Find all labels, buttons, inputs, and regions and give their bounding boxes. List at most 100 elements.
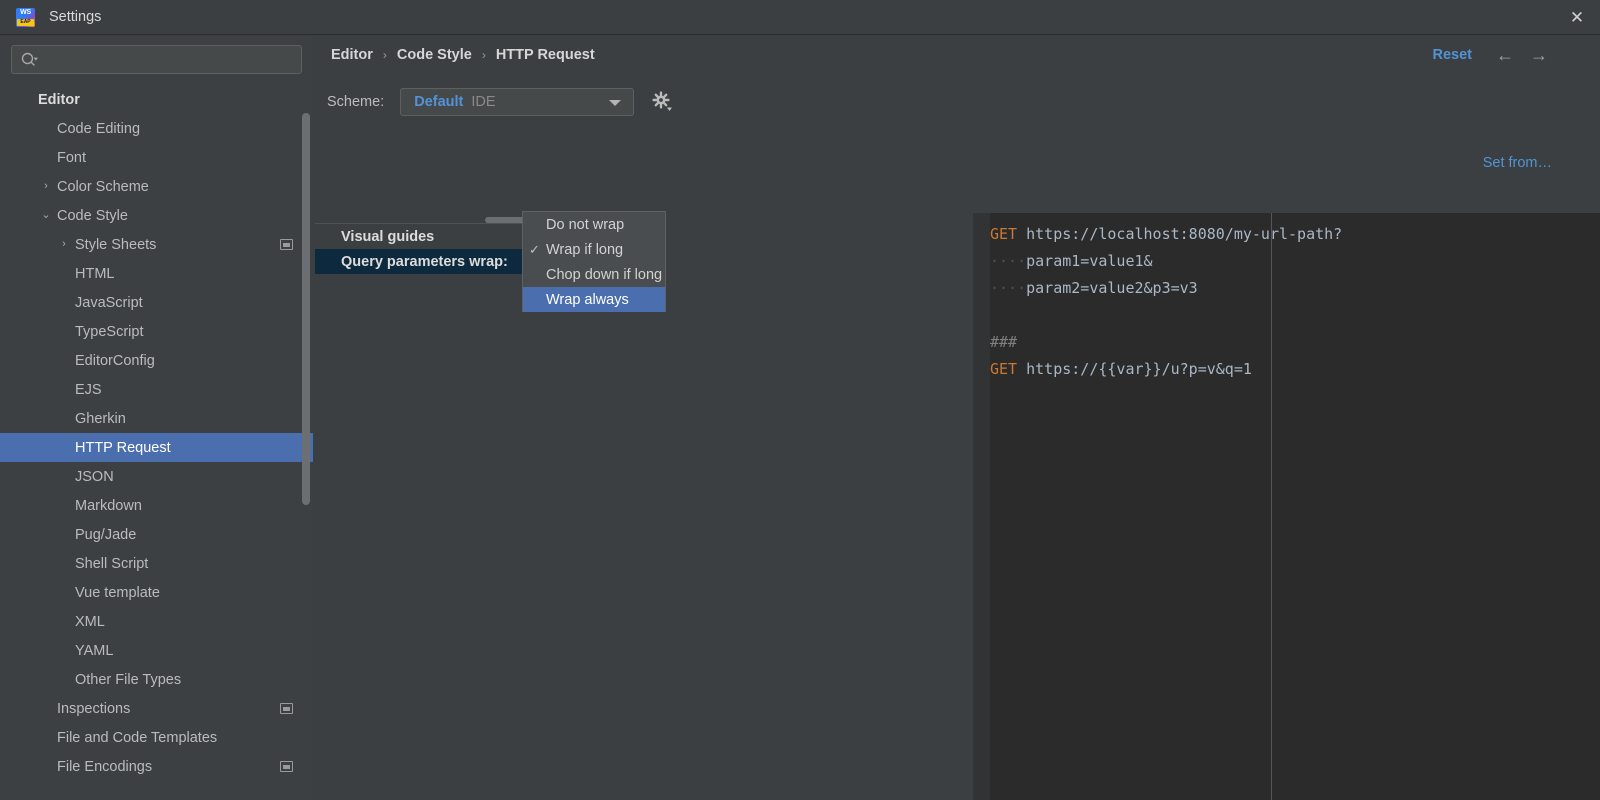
- sidebar-item-javascript[interactable]: JavaScript: [0, 288, 313, 317]
- sidebar-item-editor[interactable]: Editor: [0, 85, 313, 114]
- sidebar-item-vue-template[interactable]: Vue template: [0, 578, 313, 607]
- sidebar-item-label: JavaScript: [75, 294, 143, 311]
- sidebar-item-label: Code Editing: [57, 120, 141, 137]
- chevron-down-icon: [609, 100, 622, 106]
- sidebar-item-label: Inspections: [57, 700, 131, 717]
- forward-arrow-icon[interactable]: →: [1530, 46, 1548, 64]
- search-input[interactable]: [11, 45, 302, 74]
- menu-item-label: Wrap if long: [546, 241, 624, 258]
- menu-item-wrap-if-long[interactable]: ✓ Wrap if long: [523, 237, 665, 262]
- sidebar-item-markdown[interactable]: Markdown: [0, 491, 313, 520]
- code-token: https://localhost:8080/my-url-path?: [1017, 225, 1343, 243]
- breadcrumb-item-1[interactable]: Code Style: [397, 47, 472, 63]
- scheme-label: Scheme:: [327, 94, 385, 110]
- sidebar-item-html[interactable]: HTML: [0, 259, 313, 288]
- set-from-link[interactable]: Set from…: [1483, 155, 1552, 171]
- sidebar-item-label: XML: [75, 613, 105, 630]
- menu-item-chop-down-if-long[interactable]: Chop down if long: [523, 262, 665, 287]
- breadcrumb-item-0[interactable]: Editor: [331, 47, 373, 63]
- table-row-label: Visual guides: [341, 228, 435, 245]
- sidebar-item-font[interactable]: Font: [0, 143, 313, 172]
- code-line: ····param2=value2&p3=v3: [990, 275, 1600, 302]
- sidebar-item-ejs[interactable]: EJS: [0, 375, 313, 404]
- back-arrow-icon[interactable]: ←: [1496, 46, 1514, 64]
- sidebar-item-inspections[interactable]: Inspections: [0, 694, 313, 723]
- scheme-value: Default: [414, 94, 464, 110]
- sidebar-item-label: Code Style: [57, 207, 128, 224]
- reset-button[interactable]: Reset: [1433, 47, 1473, 63]
- sidebar-item-file-encodings[interactable]: File Encodings: [0, 752, 313, 781]
- sidebar-item-label: Gherkin: [75, 410, 126, 427]
- sidebar-item-label: Style Sheets: [75, 236, 157, 253]
- title-bar: WS EAP Settings ✕: [0, 0, 1600, 35]
- sidebar-item-label: TypeScript: [75, 323, 144, 340]
- code-preview-text: GET https://localhost:8080/my-url-path? ·…: [990, 221, 1600, 383]
- breadcrumb: Editor › Code Style › HTTP Request: [331, 47, 595, 63]
- search-icon: [21, 52, 38, 66]
- settings-tree: Editor Code Editing Font › Color Scheme ⌄ Code…: [0, 85, 313, 781]
- sidebar-item-file-and-code-templates[interactable]: File and Code Templates: [0, 723, 313, 752]
- sidebar-item-label: File and Code Templates: [57, 729, 218, 746]
- code-line: GET https://{{var}}/u?p=v&q=1: [990, 356, 1600, 383]
- breadcrumb-separator: ›: [481, 48, 486, 62]
- sidebar-item-label: Other File Types: [75, 671, 182, 688]
- scope-badge-icon: [280, 239, 293, 250]
- gear-icon: [652, 91, 673, 111]
- menu-item-label: Wrap always: [546, 291, 629, 308]
- sidebar-item-typescript[interactable]: TypeScript: [0, 317, 313, 346]
- webstorm-eap-icon: WS EAP: [16, 7, 35, 27]
- sidebar-item-label: Color Scheme: [57, 178, 149, 195]
- sidebar-item-label: HTML: [75, 265, 115, 282]
- sidebar-item-gherkin[interactable]: Gherkin: [0, 404, 313, 433]
- sidebar-item-yaml[interactable]: YAML: [0, 636, 313, 665]
- code-gutter: [973, 213, 990, 800]
- scheme-settings-button[interactable]: [651, 91, 673, 113]
- app-icon-eap-badge: EAP: [17, 18, 34, 26]
- chevron-right-icon[interactable]: ›: [40, 181, 52, 193]
- scheme-select[interactable]: Default IDE: [400, 88, 635, 116]
- sidebar-item-code-editing[interactable]: Code Editing: [0, 114, 313, 143]
- sidebar-item-label: EditorConfig: [75, 352, 155, 369]
- sidebar-item-editorconfig[interactable]: EditorConfig: [0, 346, 313, 375]
- code-token: ····: [990, 252, 1027, 270]
- chevron-down-icon[interactable]: ⌄: [40, 210, 52, 222]
- scheme-row: Scheme: Default IDE: [327, 88, 673, 116]
- menu-item-do-not-wrap[interactable]: Do not wrap: [523, 212, 665, 237]
- code-token: param1=value1&: [1026, 252, 1153, 270]
- sidebar-item-label: Font: [57, 149, 87, 166]
- query-parameters-wrap-dropdown-menu: Do not wrap ✓ Wrap if long Chop down if lon…: [522, 211, 666, 312]
- table-row-label: Query parameters wrap:: [341, 253, 508, 270]
- check-icon: ✓: [529, 242, 540, 257]
- window-title: Settings: [49, 9, 102, 25]
- scope-badge-icon: [280, 703, 293, 714]
- code-token: ###: [990, 333, 1018, 351]
- code-token: GET: [990, 225, 1018, 243]
- sidebar-item-http-request[interactable]: HTTP Request: [0, 433, 313, 462]
- close-icon[interactable]: ✕: [1554, 0, 1600, 34]
- sidebar-item-style-sheets[interactable]: › Style Sheets: [0, 230, 313, 259]
- sidebar-item-label: Editor: [38, 91, 80, 108]
- sidebar-scrollbar-thumb[interactable]: [302, 113, 310, 505]
- code-line: ###: [990, 329, 1600, 356]
- app-icon-initials: WS: [20, 8, 31, 16]
- code-token: ····: [990, 279, 1027, 297]
- sidebar-item-shell-script[interactable]: Shell Script: [0, 549, 313, 578]
- sidebar-item-pug-jade[interactable]: Pug/Jade: [0, 520, 313, 549]
- breadcrumb-item-2: HTTP Request: [495, 47, 595, 63]
- sidebar-item-label: Vue template: [75, 584, 160, 601]
- menu-item-wrap-always[interactable]: Wrap always: [523, 287, 665, 312]
- code-token: param2=value2&p3=v3: [1026, 279, 1198, 297]
- sidebar-item-label: JSON: [75, 468, 114, 485]
- menu-item-label: Do not wrap: [546, 216, 625, 233]
- sidebar-item-label: EJS: [75, 381, 102, 398]
- sidebar-item-json[interactable]: JSON: [0, 462, 313, 491]
- chevron-right-icon[interactable]: ›: [58, 239, 70, 251]
- sidebar-item-color-scheme[interactable]: › Color Scheme: [0, 172, 313, 201]
- sidebar-item-other-file-types[interactable]: Other File Types: [0, 665, 313, 694]
- scope-badge-icon: [280, 761, 293, 772]
- settings-window: WS EAP Settings ✕ Editor Code Editing Font…: [0, 0, 1600, 800]
- code-token: GET: [990, 360, 1018, 378]
- sidebar-item-xml[interactable]: XML: [0, 607, 313, 636]
- sidebar-item-code-style[interactable]: ⌄ Code Style: [0, 201, 313, 230]
